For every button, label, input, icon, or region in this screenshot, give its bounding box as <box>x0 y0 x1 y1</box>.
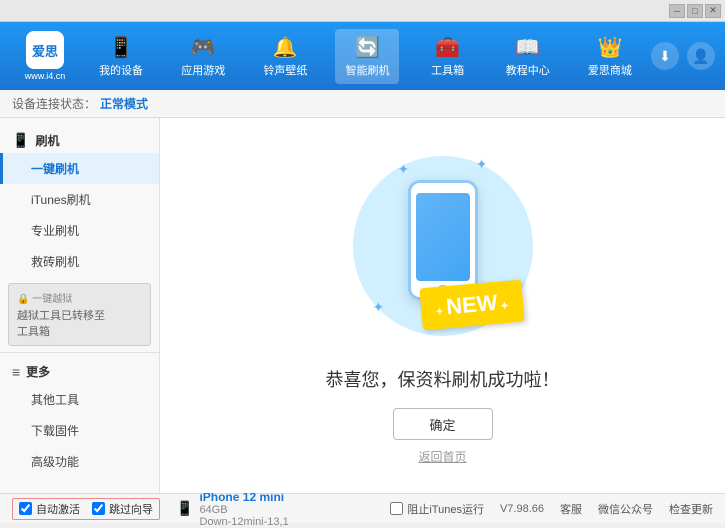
tutorial-label: 教程中心 <box>506 62 550 78</box>
header: 爱思 www.i4.cn 📱 我的设备 🎮 应用游戏 🔔 铃声壁纸 🔄 智能刷机… <box>0 22 725 90</box>
status-value: 正常模式 <box>100 95 148 112</box>
sidebar-item-other-tools[interactable]: 其他工具 <box>0 384 159 415</box>
tools-label: 工具箱 <box>431 62 464 78</box>
auto-start-label: 自动激活 <box>36 501 80 517</box>
stop-itunes-label: 阻止iTunes运行 <box>407 501 484 517</box>
my-device-icon: 📱 <box>109 35 134 60</box>
flash-header-icon: 📱 <box>12 132 29 149</box>
logo[interactable]: 爱思 www.i4.cn <box>10 31 80 81</box>
nav-bar: 📱 我的设备 🎮 应用游戏 🔔 铃声壁纸 🔄 智能刷机 🧰 工具箱 📖 教程中心… <box>80 29 651 84</box>
content-area: ✦ ✦ ✦ NEW 恭喜您，保资料刷机成功啦！ 确定 返回首页 <box>160 118 725 493</box>
user-button[interactable]: 👤 <box>687 42 715 70</box>
window-controls: ─ □ ✕ <box>669 4 721 18</box>
sidebar-item-itunes-flash[interactable]: iTunes刷机 <box>0 184 159 215</box>
version-text: V7.98.66 <box>500 503 544 515</box>
wechat-link[interactable]: 微信公众号 <box>598 501 653 517</box>
tools-icon: 🧰 <box>435 35 460 60</box>
close-button[interactable]: ✕ <box>705 4 721 18</box>
smart-flash-icon: 🔄 <box>355 35 380 60</box>
nav-tools[interactable]: 🧰 工具箱 <box>418 29 478 84</box>
title-bar: ─ □ ✕ <box>0 0 725 22</box>
download-button[interactable]: ⬇ <box>651 42 679 70</box>
sidebar-flash-header: 📱 刷机 <box>0 126 159 153</box>
device-details: iPhone 12 mini 64GB Down-12mini-13,1 <box>199 490 288 528</box>
status-bar: 设备连接状态： 正常模式 <box>0 90 725 118</box>
sidebar-item-download-firmware[interactable]: 下载固件 <box>0 415 159 446</box>
more-header-icon: ≡ <box>12 364 20 380</box>
device-icon: 📱 <box>176 500 193 517</box>
checkbox-group: 自动激活 跳过向导 <box>12 498 160 520</box>
flash-header-title: 刷机 <box>35 132 59 149</box>
main-layout: 📱 刷机 一键刷机 iTunes刷机 专业刷机 救砖刷机 🔒 一键越狱 越狱工具… <box>0 118 725 493</box>
star-1: ✦ <box>398 161 410 178</box>
logo-icon: 爱思 <box>26 31 64 69</box>
minimize-button[interactable]: ─ <box>669 4 685 18</box>
device-storage: 64GB <box>199 504 288 516</box>
my-device-label: 我的设备 <box>99 62 143 78</box>
bottom-bar: 自动激活 跳过向导 📱 iPhone 12 mini 64GB Down-12m… <box>0 493 725 523</box>
ringtones-label: 铃声壁纸 <box>263 62 307 78</box>
stop-itunes[interactable]: 阻止iTunes运行 <box>390 501 484 517</box>
sidebar-item-pro-flash[interactable]: 专业刷机 <box>0 215 159 246</box>
device-firmware: Down-12mini-13,1 <box>199 516 288 528</box>
logo-url: www.i4.cn <box>25 71 66 81</box>
header-right: ⬇ 👤 <box>651 42 715 70</box>
device-info: 📱 iPhone 12 mini 64GB Down-12mini-13,1 <box>176 490 289 528</box>
notice-text: 越狱工具已转移至 工具箱 <box>17 307 142 339</box>
sidebar-divider <box>0 352 159 353</box>
skip-guide-label: 跳过向导 <box>109 501 153 517</box>
sidebar-item-save-flash[interactable]: 救砖刷机 <box>0 246 159 277</box>
smart-flash-label: 智能刷机 <box>345 62 389 78</box>
apps-games-label: 应用游戏 <box>181 62 225 78</box>
tutorial-icon: 📖 <box>515 35 540 60</box>
confirm-button[interactable]: 确定 <box>393 408 493 440</box>
nav-tutorial[interactable]: 📖 教程中心 <box>496 29 560 84</box>
auto-start-checkbox[interactable] <box>19 502 32 515</box>
apps-games-icon: 🎮 <box>191 35 216 60</box>
vip-mall-label: 爱思商城 <box>588 62 632 78</box>
status-label: 设备连接状态： <box>12 95 96 112</box>
sidebar-item-advanced[interactable]: 高级功能 <box>0 446 159 477</box>
check-update-link[interactable]: 检查更新 <box>669 501 713 517</box>
success-text: 恭喜您，保资料刷机成功啦！ <box>326 366 560 392</box>
more-header-title: 更多 <box>26 363 50 380</box>
vip-mall-icon: 👑 <box>597 35 622 60</box>
ringtones-icon: 🔔 <box>273 35 298 60</box>
stop-itunes-checkbox[interactable] <box>390 502 403 515</box>
nav-my-device[interactable]: 📱 我的设备 <box>89 29 153 84</box>
phone-body <box>408 180 478 300</box>
nav-ringtones[interactable]: 🔔 铃声壁纸 <box>253 29 317 84</box>
new-badge: NEW <box>419 280 524 331</box>
home-link[interactable]: 返回首页 <box>418 448 466 465</box>
bottom-right: 阻止iTunes运行 V7.98.66 客服 微信公众号 检查更新 <box>390 501 713 517</box>
skip-guide-checkbox[interactable] <box>92 502 105 515</box>
sidebar: 📱 刷机 一键刷机 iTunes刷机 专业刷机 救砖刷机 🔒 一键越狱 越狱工具… <box>0 118 160 493</box>
nav-smart-flash[interactable]: 🔄 智能刷机 <box>335 29 399 84</box>
star-3: ✦ <box>373 299 385 316</box>
sidebar-item-one-key-flash[interactable]: 一键刷机 <box>0 153 159 184</box>
notice-lock-label: 🔒 一键越狱 <box>17 290 142 305</box>
nav-vip-mall[interactable]: 👑 爱思商城 <box>578 29 642 84</box>
bottom-left: 自动激活 跳过向导 📱 iPhone 12 mini 64GB Down-12m… <box>12 490 289 528</box>
sidebar-notice: 🔒 一键越狱 越狱工具已转移至 工具箱 <box>8 283 151 346</box>
customer-service-link[interactable]: 客服 <box>560 501 582 517</box>
nav-apps-games[interactable]: 🎮 应用游戏 <box>171 29 235 84</box>
star-2: ✦ <box>476 156 488 173</box>
phone-illustration: ✦ ✦ ✦ NEW <box>343 146 543 346</box>
sidebar-more-header: ≡ 更多 <box>0 357 159 384</box>
maximize-button[interactable]: □ <box>687 4 703 18</box>
phone-screen <box>416 193 470 281</box>
